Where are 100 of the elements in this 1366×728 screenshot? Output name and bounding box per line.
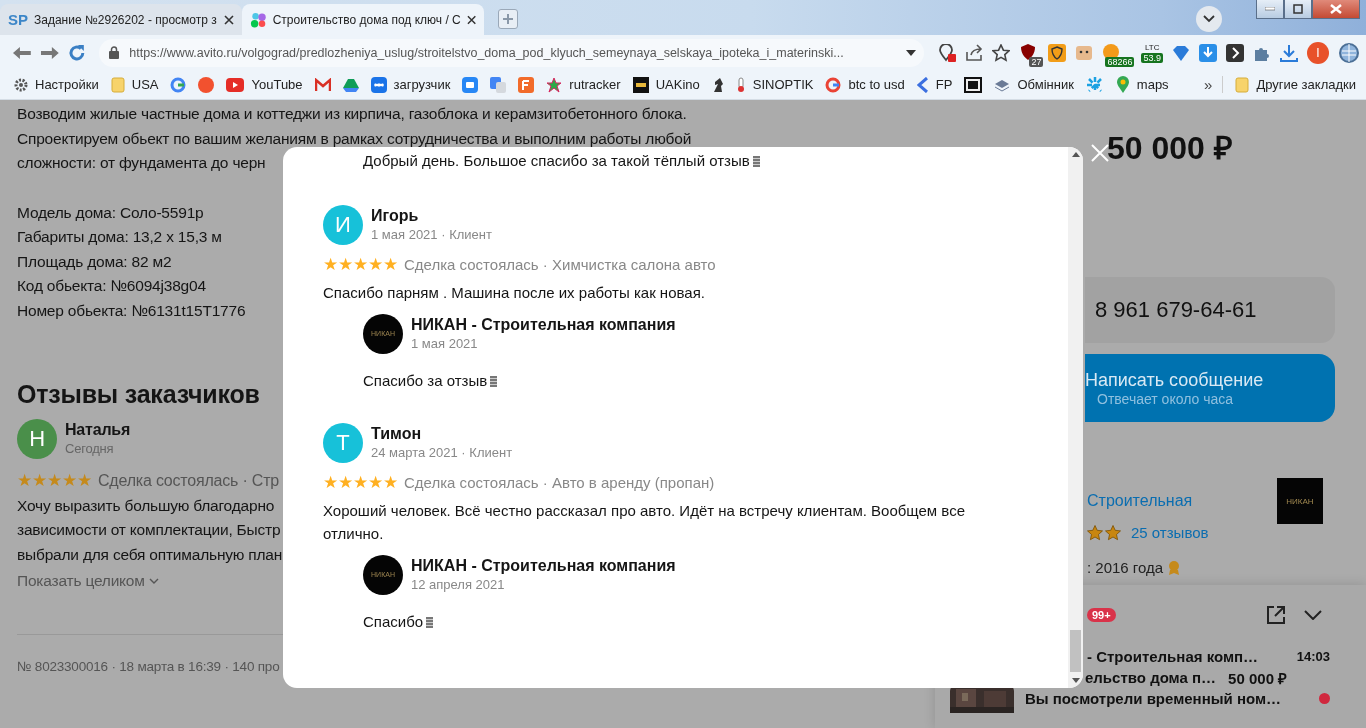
bracket-extension-icon[interactable]: [1226, 43, 1244, 62]
external-link-icon[interactable]: [1266, 605, 1286, 625]
avatar: Н: [17, 419, 57, 459]
message-button[interactable]: Написать сообщение Отвечает около часа: [1085, 354, 1335, 422]
film-icon: [632, 76, 649, 93]
gem-icon[interactable]: [1172, 43, 1190, 62]
scrollbar-thumb[interactable]: [1070, 630, 1081, 672]
spec-line: Номер обьекта: №6131t15T1776: [17, 300, 246, 321]
share-icon[interactable]: [965, 43, 984, 62]
minimize-button[interactable]: [1256, 0, 1284, 19]
star-icon: ★: [47, 472, 62, 491]
company-name: НИКАН - Строительная компания: [411, 556, 676, 575]
scroll-down-icon[interactable]: [1071, 678, 1080, 684]
star-icon: ★: [77, 472, 92, 491]
star-icon: [546, 76, 563, 93]
missing-glyph-icon: [426, 616, 434, 628]
bookmark[interactable]: [711, 76, 724, 93]
address-bar[interactable]: https://www.avito.ru/volgograd/predlozheniya_uslug/stroitelstvo_doma_pod_klyuch_semeynaya_selskaya_ipoteka_i_materinski...: [99, 38, 925, 67]
reviewer-name: Игорь: [371, 206, 420, 225]
phone-button[interactable]: 8 961 679-64-61: [1085, 277, 1335, 343]
close-icon: [1330, 4, 1342, 14]
download-extension-icon[interactable]: [1199, 43, 1217, 62]
square-logo-icon: [462, 76, 479, 93]
star-icon: ★: [353, 474, 368, 492]
star-icon: ★: [368, 256, 383, 274]
chat-preview: Вы посмотрели временный ном…: [1025, 690, 1282, 707]
location-off-icon[interactable]: [938, 43, 957, 62]
caret-icon: [906, 49, 917, 56]
reply-text: Спасибо: [363, 612, 424, 632]
company-name: НИКАН - Строительная компания: [411, 315, 676, 334]
close-icon[interactable]: [224, 14, 234, 25]
scroll-up-icon[interactable]: [1071, 151, 1080, 157]
browser-tab[interactable]: SP Задание №2926202 - просмотр з: [0, 4, 242, 35]
globe-icon[interactable]: [1338, 41, 1360, 64]
reply-date: 1 мая 2021: [411, 335, 479, 353]
shield-extension-icon[interactable]: [1048, 43, 1067, 62]
avatar: И: [323, 205, 363, 245]
chevron-down-icon[interactable]: [1304, 610, 1322, 620]
description-text: Спроектируем обьект по вашим желаниям в рамках сотрудничества и выполним работы любой: [17, 128, 692, 149]
chess-knight-icon: [711, 76, 724, 93]
extension-badge: 68266: [1105, 56, 1135, 67]
more-bookmarks-button[interactable]: »: [1204, 76, 1224, 93]
bookmark[interactable]: Обмінник: [994, 77, 1074, 92]
circle-logo-icon: [825, 76, 842, 93]
maximize-icon: [1293, 4, 1303, 14]
dots-logo-icon: [250, 10, 267, 29]
bookmark[interactable]: USA: [110, 76, 159, 93]
review-text: выбрали для себя оптимальную план: [17, 544, 283, 565]
bookmark[interactable]: YouTube: [226, 77, 303, 92]
bookmark-folder[interactable]: Другие закладки: [1235, 76, 1356, 93]
bookmark[interactable]: btc to usd: [825, 76, 905, 93]
reviewer-name: Наталья: [65, 420, 131, 439]
chevron-down-icon: [148, 578, 159, 585]
star-icon: ★: [383, 256, 398, 274]
review-date: Сегодня: [65, 440, 115, 458]
infinity-icon: [370, 76, 387, 93]
shield-extension-icon[interactable]: [1019, 42, 1038, 61]
review-text: Хороший человек. Всё честно рассказал про авто. Идёт на встречу клиентам. Вообщем все отлично.: [323, 501, 966, 544]
chevron-down-icon: [1203, 15, 1215, 23]
spec-line: Модель дома: Соло-5591р: [17, 202, 204, 223]
bookmark[interactable]: SINOPTIK: [735, 76, 814, 93]
chat-subtitle: ельство дома п…: [1085, 669, 1217, 686]
reload-icon[interactable]: [67, 43, 86, 62]
star-icon: ★: [62, 472, 77, 491]
bookmark[interactable]: rutracker: [546, 76, 621, 93]
tab-search-button[interactable]: [1196, 6, 1222, 32]
bookmark[interactable]: FP: [916, 76, 953, 93]
browser-tab[interactable]: Строительство дома под ключ / С: [242, 4, 484, 35]
reviewer-name: Тимон: [371, 424, 423, 443]
gear-icon: [14, 77, 28, 92]
back-icon[interactable]: [12, 45, 32, 60]
scrollbar[interactable]: [1068, 147, 1083, 688]
star-icon: ★: [323, 474, 338, 492]
star-icon: ★: [17, 472, 32, 491]
spec-line: Габариты дома: 13,2 х 15,3 м: [17, 227, 222, 247]
bookmark[interactable]: [964, 76, 983, 93]
star-icon: ★: [32, 472, 47, 491]
stack-icon: [994, 77, 1011, 92]
review-date: 1 мая 2021 · Клиент: [371, 226, 492, 244]
chat-title: - Строительная комп…: [1087, 648, 1259, 665]
folder-icon: [1235, 76, 1250, 93]
bookmark[interactable]: UAKino: [632, 76, 700, 93]
chat-time: 14:03: [1296, 649, 1330, 664]
face-extension-icon[interactable]: [1075, 43, 1094, 62]
reply-text: Добрый день. Большое спасибо за такой тёплый отзыв: [363, 151, 1068, 171]
bookmark[interactable]: Настройки: [14, 77, 99, 92]
minimize-icon: [1265, 7, 1275, 11]
maximize-button[interactable]: [1284, 0, 1312, 19]
thermometer-icon: [735, 76, 746, 93]
medal-icon: [1167, 559, 1182, 576]
bookmark-star-icon[interactable]: [992, 43, 1011, 62]
tab-title: Задание №2926202 - просмотр з: [34, 12, 218, 27]
bookmark[interactable]: загрузчик: [370, 76, 451, 93]
bookmark[interactable]: maps: [1115, 75, 1169, 94]
forward-icon[interactable]: [39, 45, 60, 60]
avatar: Т: [323, 423, 363, 463]
close-icon[interactable]: [466, 14, 476, 25]
profile-avatar[interactable]: I: [1307, 41, 1329, 64]
download-icon[interactable]: [1280, 43, 1298, 62]
close-window-button[interactable]: [1312, 0, 1360, 19]
